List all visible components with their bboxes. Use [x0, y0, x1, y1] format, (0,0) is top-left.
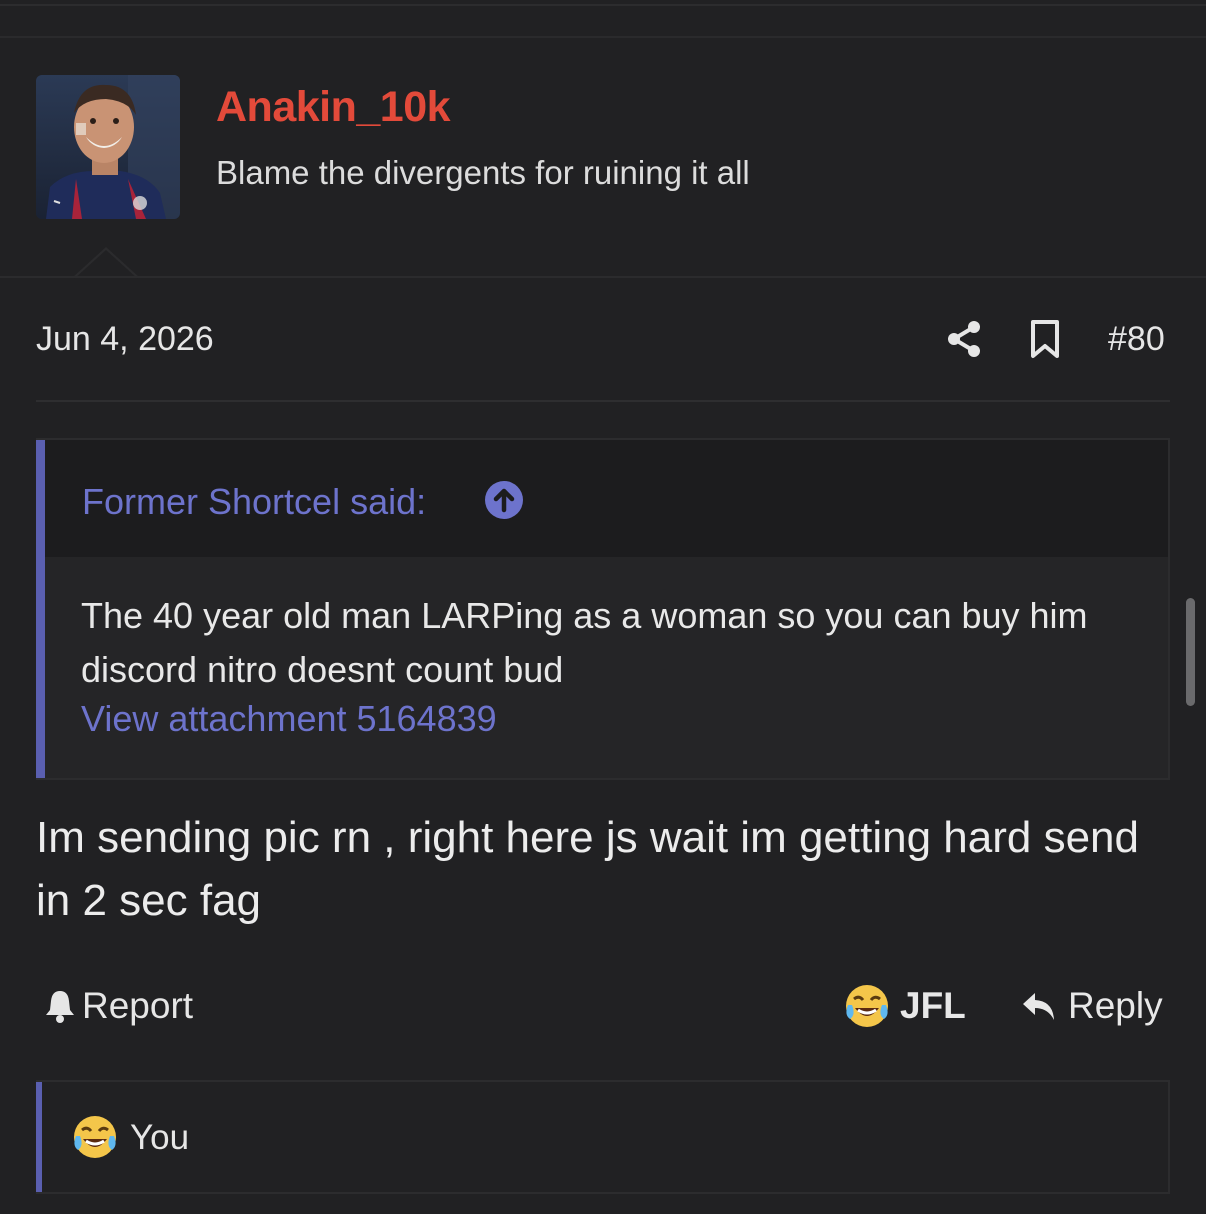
avatar-photo	[36, 75, 180, 219]
jump-to-quote-icon[interactable]	[485, 481, 523, 519]
crying-laughing-emoji-icon	[846, 985, 888, 1027]
author-divider	[0, 276, 1206, 278]
arrow-up-icon	[493, 488, 515, 513]
quote-text: The 40 year old man LARPing as a woman s…	[81, 595, 1088, 690]
bell-icon	[46, 991, 74, 1023]
post-number-link[interactable]: #80	[1108, 320, 1165, 359]
quote-body: The 40 year old man LARPing as a woman s…	[45, 557, 1168, 778]
crying-laughing-emoji-icon	[74, 1116, 116, 1158]
share-icon[interactable]	[946, 320, 982, 358]
quote-header: Former Shortcel said:	[45, 440, 1168, 557]
report-label: Report	[82, 985, 194, 1026]
forum-post-page: Anakin_10k Blame the divergents for ruin…	[0, 0, 1206, 1214]
post-message: Im sending pic rn , right here js wait i…	[36, 813, 1139, 925]
post-author-block: Anakin_10k Blame the divergents for ruin…	[0, 38, 1206, 279]
bookmark-icon[interactable]	[1028, 319, 1062, 359]
reactions-accent-bar	[36, 1082, 42, 1192]
author-pointer-fill	[74, 250, 138, 279]
quote-block: Former Shortcel said: The 40 year old ma…	[36, 438, 1170, 780]
reply-button[interactable]: Reply	[1020, 984, 1163, 1028]
reply-label: Reply	[1068, 985, 1163, 1026]
post-date[interactable]: Jun 4, 2026	[36, 320, 214, 359]
quote-attribution[interactable]: Former Shortcel said:	[82, 481, 426, 523]
meta-divider	[36, 400, 1170, 402]
author-user-title: Blame the divergents for ruining it all	[216, 154, 750, 191]
jfl-reaction-button[interactable]: JFL	[844, 982, 966, 1030]
top-divider	[0, 4, 1206, 6]
avatar[interactable]	[36, 75, 180, 219]
reactions-bar[interactable]: You	[36, 1080, 1170, 1194]
view-attachment-link[interactable]: View attachment 5164839	[81, 698, 497, 740]
quote-accent-bar	[36, 440, 45, 778]
author-username[interactable]: Anakin_10k	[216, 83, 451, 132]
scrollbar-thumb[interactable]	[1186, 598, 1195, 706]
report-button[interactable]: Report	[44, 984, 193, 1028]
reply-arrow-icon	[1023, 993, 1054, 1020]
jfl-label: JFL	[900, 985, 966, 1026]
reactions-user-list[interactable]: You	[130, 1118, 189, 1158]
